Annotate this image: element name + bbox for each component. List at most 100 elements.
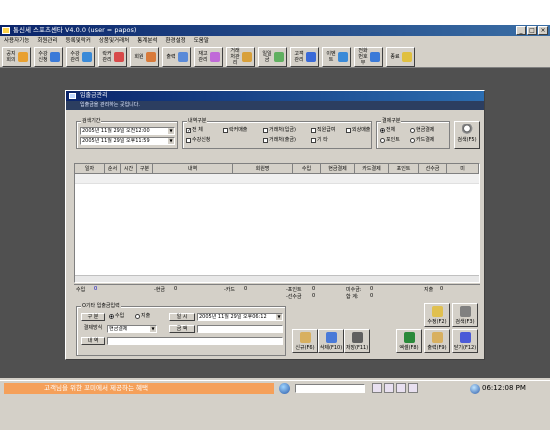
menu-item[interactable]: 회원관리 bbox=[37, 36, 57, 46]
datetime-picker[interactable]: 2005년 11월 29일 오후06:12 ▼ bbox=[197, 313, 283, 321]
transactions-table[interactable]: 일자 순서 시간 구분 내역 회원명 수입 현금결제 카드결제 포인트 선수금 … bbox=[74, 163, 480, 283]
column-header[interactable]: 내역 bbox=[153, 164, 233, 173]
radio-income[interactable]: 수입 bbox=[109, 313, 124, 320]
radio-expense[interactable]: 지출 bbox=[135, 313, 150, 320]
column-header[interactable]: 선수금 bbox=[419, 164, 447, 173]
check-label: 전 체 bbox=[192, 127, 203, 133]
app-tray-icon[interactable] bbox=[396, 383, 406, 393]
toolbar-button[interactable]: 전화번호부 bbox=[354, 47, 383, 67]
memo-button[interactable]: 내 역 bbox=[81, 337, 105, 345]
check-vendor-in[interactable]: 거래처(입금) bbox=[263, 127, 296, 134]
toolbar-button[interactable]: 수강관리 bbox=[66, 47, 95, 67]
toolbar-button[interactable]: 일일금 bbox=[258, 47, 287, 67]
toolbar-button-label: 이벤트 bbox=[326, 51, 336, 63]
close-button[interactable]: × bbox=[538, 26, 548, 35]
magnifier-icon bbox=[461, 124, 473, 135]
check-label: 외상매출 bbox=[352, 127, 371, 133]
people-icon bbox=[146, 52, 156, 62]
date-to-picker[interactable]: 2005년 11월 29일 오후11:59 ▼ bbox=[80, 137, 175, 145]
toolbar-button-label: 공지회의 bbox=[6, 51, 16, 63]
column-header[interactable]: 일자 bbox=[75, 164, 105, 173]
column-header[interactable]: 구분 bbox=[137, 164, 153, 173]
column-header[interactable]: 시간 bbox=[121, 164, 137, 173]
toolbar-button[interactable]: 재고관리 bbox=[194, 47, 223, 67]
check-credit[interactable]: 외상매출 bbox=[346, 127, 370, 134]
horizontal-scrollbar[interactable] bbox=[75, 275, 479, 282]
check-locker[interactable]: 락커매출 bbox=[223, 127, 247, 134]
datetime-button[interactable]: 일 시 bbox=[169, 313, 195, 321]
check-vendor-out[interactable]: 거래처(출금) bbox=[263, 137, 296, 144]
table-header: 일자 순서 시간 구분 내역 회원명 수입 현금결제 카드결제 포인트 선수금 … bbox=[75, 164, 479, 174]
entry-title: O기타 입출금입력 bbox=[81, 303, 121, 310]
toolbar-button[interactable]: 수강신청 bbox=[34, 47, 63, 67]
action-button[interactable]: 저장(F11) bbox=[344, 329, 370, 353]
menu-item[interactable]: 도움말 bbox=[194, 36, 209, 46]
column-header[interactable]: 수입 bbox=[293, 164, 321, 173]
info-icon bbox=[306, 52, 316, 62]
menu-item[interactable]: 사용자기능 bbox=[4, 36, 29, 46]
table-row[interactable] bbox=[75, 174, 479, 184]
toolbar-button[interactable]: 종료 bbox=[386, 47, 415, 67]
method-select[interactable]: 현금결제 ▼ bbox=[107, 325, 157, 333]
app-tray-icon[interactable] bbox=[372, 383, 382, 393]
amount-button[interactable]: 금 액 bbox=[169, 325, 195, 333]
action-button[interactable]: 검색(F3) bbox=[452, 303, 478, 327]
menu-item[interactable]: 등록및락커 bbox=[66, 36, 91, 46]
toolbar-button[interactable]: 고객관리 bbox=[290, 47, 319, 67]
point-label: -포인트 bbox=[286, 287, 302, 293]
action-button[interactable]: 수정(F2) bbox=[424, 303, 450, 327]
globe-icon[interactable] bbox=[279, 383, 290, 394]
app-tray-icon[interactable] bbox=[384, 383, 394, 393]
radio-pay-cash[interactable]: 현금결제 bbox=[410, 127, 434, 134]
marquee-banner[interactable]: 고객님을 위한 꼬미에서 제공하는 혜택 bbox=[4, 383, 274, 394]
app-tray-icon[interactable] bbox=[408, 383, 418, 393]
toolbar-button[interactable]: 회원 bbox=[130, 47, 159, 67]
taskbar: 고객님을 위한 꼬미에서 제공하는 혜택 06:12:08 PM bbox=[0, 380, 550, 395]
check-all[interactable]: ✓ 전 체 bbox=[186, 127, 203, 134]
amount-input[interactable] bbox=[197, 325, 283, 333]
maximize-button[interactable]: □ bbox=[527, 26, 537, 35]
toolbar-button[interactable]: 출력 bbox=[162, 47, 191, 67]
radio bbox=[410, 138, 415, 143]
column-header[interactable]: 순서 bbox=[105, 164, 121, 173]
action-button[interactable]: 신규(F6) bbox=[292, 329, 318, 353]
period-label: 검색기간 bbox=[81, 118, 102, 125]
memo-input[interactable] bbox=[107, 337, 283, 345]
search-button[interactable]: 검색(F5) bbox=[454, 121, 480, 149]
toolbar-button[interactable]: 공지회의 bbox=[2, 47, 31, 67]
checkbox bbox=[186, 138, 191, 143]
check-salary[interactable]: 직원급여 bbox=[311, 127, 335, 134]
expense-label: 지출 bbox=[424, 287, 434, 293]
minimize-button[interactable]: _ bbox=[516, 26, 526, 35]
prepay-value: 0 bbox=[312, 293, 316, 299]
action-button[interactable]: 닫기(F12) bbox=[452, 329, 478, 353]
radio-pay-point[interactable]: 포인트 bbox=[380, 137, 400, 144]
radio-pay-all[interactable]: 전체 bbox=[380, 127, 395, 134]
check-etc[interactable]: 기 타 bbox=[311, 137, 328, 144]
check-label: 락커매출 bbox=[229, 127, 248, 133]
action-button[interactable]: 삭제(F10) bbox=[318, 329, 344, 353]
toolbar-button[interactable]: 락커관리 bbox=[98, 47, 127, 67]
toolbar-button[interactable]: 거래처관리 bbox=[226, 47, 255, 67]
column-header[interactable]: 회원명 bbox=[233, 164, 293, 173]
radio-pay-card[interactable]: 카드결제 bbox=[410, 137, 434, 144]
search-button-label: 검색(F5) bbox=[457, 137, 477, 143]
menu-item[interactable]: 상품및거래처 bbox=[99, 36, 129, 46]
close-door-icon bbox=[459, 332, 471, 343]
menu-item[interactable]: 환경설정 bbox=[166, 36, 186, 46]
prepay-label: -선수금 bbox=[286, 294, 302, 300]
check-enroll[interactable]: 수강신청 bbox=[186, 137, 210, 144]
date-from-picker[interactable]: 2005년 11월 29일 오전12:00 ▼ bbox=[80, 127, 175, 135]
monitor-icon bbox=[82, 52, 92, 62]
column-header[interactable]: 카드결제 bbox=[355, 164, 389, 173]
menu-item[interactable]: 통계분석 bbox=[137, 36, 157, 46]
check-label: 거래처(출금) bbox=[269, 137, 296, 143]
radio bbox=[135, 314, 140, 319]
action-button[interactable]: 출력(F9) bbox=[424, 329, 450, 353]
toolbar-button[interactable]: 이벤트 bbox=[322, 47, 351, 67]
column-header[interactable]: 포인트 bbox=[389, 164, 419, 173]
type-button[interactable]: 구 분 bbox=[81, 313, 105, 321]
column-header[interactable]: 현금결제 bbox=[321, 164, 355, 173]
action-button[interactable]: 엑셀(F8) bbox=[396, 329, 422, 353]
column-header[interactable]: 미 bbox=[447, 164, 479, 173]
